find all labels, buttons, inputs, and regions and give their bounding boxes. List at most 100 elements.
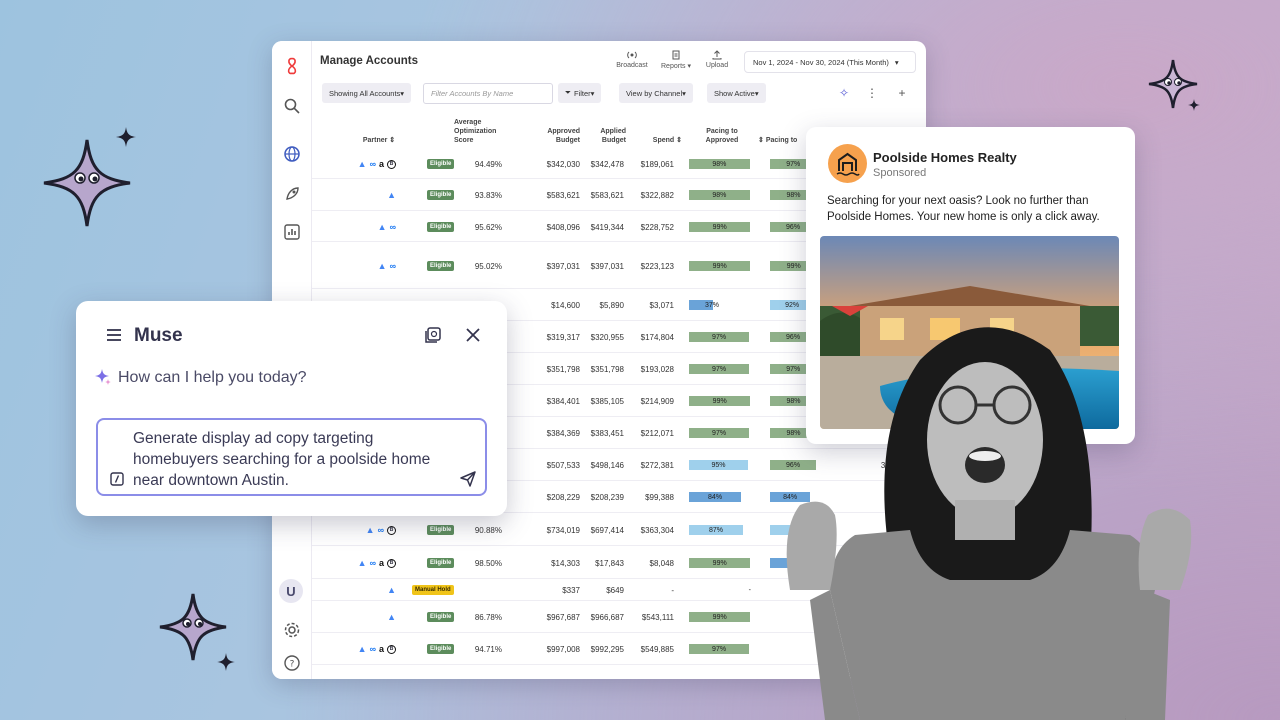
ai-sparkle-icon[interactable]: ✧ (837, 86, 851, 100)
optimization-score: 94.71% (474, 645, 502, 654)
upload-label: Upload (705, 62, 729, 69)
view-by-channel-dropdown[interactable]: View by Channel ▾ (619, 83, 693, 103)
approved-budget: $208,229 (546, 493, 580, 502)
meta-logo-icon: ∞ (369, 159, 376, 169)
bing-logo-icon: B (387, 525, 396, 535)
brand-logo-icon[interactable] (283, 57, 301, 75)
partner-icons: ▲ ∞ (378, 222, 396, 232)
pacing-to-value: 97% (786, 160, 801, 168)
column-avg-opt-label: Average Optimization Score (454, 119, 497, 144)
partner-icons: ▲ (387, 612, 396, 622)
applied-budget: $992,295 (590, 645, 624, 654)
spend-value: $8,048 (649, 559, 674, 568)
status-badge: Eligible (427, 261, 455, 271)
show-active-label: Show Active (714, 88, 755, 98)
column-avg-optimization[interactable]: Average Optimization Score (454, 118, 514, 145)
column-pacing-approved[interactable]: Pacing to Approved (690, 127, 754, 145)
approved-budget: $14,600 (551, 301, 580, 310)
sponsored-label: Sponsored (873, 167, 927, 179)
add-icon[interactable]: + (895, 86, 909, 100)
pacing-to-value: 98% (786, 191, 801, 199)
meta-logo-icon: ∞ (389, 261, 396, 271)
advertiser-logo (828, 144, 867, 183)
applied-budget: $383,451 (590, 429, 624, 438)
sparkle-small-icon (217, 653, 235, 671)
rocket-icon[interactable] (283, 185, 301, 203)
excited-woman-photo (770, 300, 1210, 720)
user-initial: U (286, 583, 296, 599)
sparkle-character-left (43, 139, 131, 227)
spend-value: $543,111 (641, 613, 674, 622)
settings-icon[interactable] (283, 621, 301, 639)
pacing-approved-bar: 98% (689, 190, 750, 200)
google-logo-icon: ▲ (387, 190, 396, 200)
help-icon[interactable]: ? (283, 654, 301, 672)
sparkle-small-icon (1188, 99, 1200, 111)
optimization-score: 90.88% (474, 526, 502, 535)
broadcast-icon (627, 51, 637, 59)
pacing-approved-bar: 98% (689, 159, 750, 169)
column-pacing-to-label: Pacing to (765, 137, 798, 144)
approved-budget: $319,317 (546, 333, 580, 342)
filter-accounts-placeholder: Filter Accounts By Name (431, 89, 514, 98)
pacing-approved-value: 97% (712, 645, 727, 653)
bing-logo-icon: B (387, 558, 396, 568)
applied-budget: $342,478 (590, 160, 624, 169)
pacing-approved-value: - (748, 586, 751, 594)
pacing-approved-value: 97% (712, 333, 727, 341)
approved-budget: $734,019 (546, 526, 580, 535)
pacing-approved-bar: 84% (689, 492, 742, 502)
search-icon[interactable] (283, 97, 301, 115)
upload-button[interactable]: Upload (700, 50, 734, 69)
pacing-approved-bar: 97% (689, 364, 750, 374)
showing-accounts-label: Showing All Accounts (329, 88, 401, 98)
partner-icons: ▲ (387, 190, 396, 200)
muse-prompt-input[interactable]: Generate display ad copy targeting homeb… (96, 418, 487, 496)
user-avatar[interactable]: U (279, 579, 303, 603)
menu-icon[interactable] (106, 328, 122, 342)
status-badge: Eligible (427, 159, 455, 169)
reports-button[interactable]: Reports ▾ (656, 50, 696, 70)
svg-text:?: ? (290, 660, 295, 670)
column-approved-budget[interactable]: Approved Budget (530, 127, 580, 145)
filter-button[interactable]: ⏷ Filter ▾ (558, 83, 602, 103)
showing-accounts-dropdown[interactable]: Showing All Accounts ▾ (322, 83, 412, 103)
history-icon[interactable] (424, 326, 442, 344)
column-spend[interactable]: Spend ⇕ (636, 136, 682, 145)
spend-value: $3,071 (649, 301, 674, 310)
bing-logo-icon: B (387, 644, 396, 654)
approved-budget: $14,303 (551, 559, 580, 568)
column-applied-budget[interactable]: Applied Budget (582, 127, 626, 145)
ad-copy-text: Searching for your next oasis? Look no f… (827, 195, 1100, 223)
more-options-icon[interactable]: ⋮ (865, 86, 879, 100)
globe-icon[interactable] (283, 145, 301, 163)
google-logo-icon: ▲ (357, 644, 367, 654)
page-title: Manage Accounts (320, 55, 418, 67)
show-active-dropdown[interactable]: Show Active ▾ (707, 83, 766, 103)
chevron-down-icon: ▾ (894, 57, 899, 67)
spend-value: $228,752 (640, 223, 674, 232)
pacing-approved-value: 98% (712, 191, 727, 199)
date-range-dropdown[interactable]: Nov 1, 2024 - Nov 30, 2024 (This Month) … (744, 51, 916, 73)
meta-logo-icon: ∞ (369, 558, 376, 568)
muse-greeting: How can I help you today? (118, 369, 307, 386)
broadcast-button[interactable]: Broadcast (614, 50, 650, 69)
filter-accounts-input[interactable]: Filter Accounts By Name (423, 83, 553, 104)
send-icon[interactable] (459, 470, 477, 488)
applied-budget: $966,687 (590, 613, 624, 622)
applied-budget: $17,843 (595, 559, 624, 568)
close-icon[interactable] (465, 327, 481, 343)
amazon-logo-icon: a (378, 644, 384, 654)
filter-label: Filter (574, 88, 591, 98)
google-logo-icon: ▲ (377, 261, 387, 271)
google-alert-logo-icon: ▲ (387, 585, 396, 595)
approved-budget: $342,030 (546, 160, 580, 169)
slash-command-icon[interactable] (110, 472, 124, 486)
spend-value: $322,882 (640, 191, 674, 200)
applied-budget: $649 (606, 586, 624, 595)
analytics-icon[interactable] (283, 223, 301, 241)
pacing-approved-value: 99% (712, 613, 727, 621)
column-partner[interactable]: Partner ⇕ (354, 136, 404, 145)
pacing-approved-bar: 99% (689, 558, 751, 568)
pacing-approved-bar: 99% (689, 222, 751, 232)
